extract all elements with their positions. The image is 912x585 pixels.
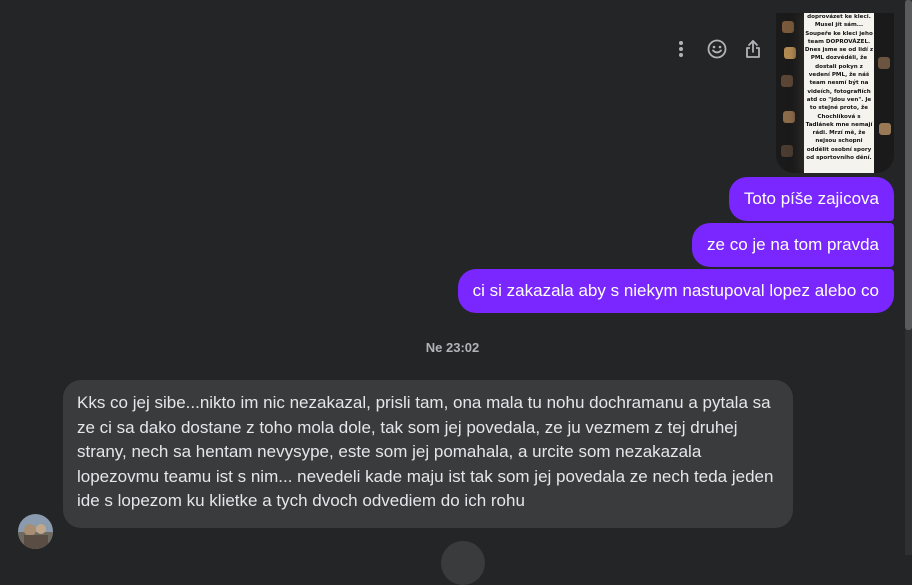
avatar[interactable]: [18, 514, 53, 549]
attachment-photo-tile: [878, 57, 890, 69]
message-outgoing[interactable]: Toto píše zajicova: [728, 177, 894, 221]
attachment-text: doprovázet ke kleci. Musel jít sám... So…: [804, 14, 874, 162]
timestamp: Ne 23:02: [425, 340, 480, 355]
scrollbar-thumb[interactable]: [905, 0, 912, 330]
attachment-photo-tile: [783, 111, 795, 123]
more-vertical-icon: [679, 41, 683, 57]
message-actions: [670, 36, 764, 62]
attachment-photo-tile: [784, 47, 796, 59]
more-options-button[interactable]: [670, 36, 692, 62]
react-button[interactable]: [706, 36, 728, 62]
message-incoming[interactable]: Kks co jej sibe...nikto im nic nezakazal…: [63, 380, 793, 528]
avatar-image-icon: [18, 514, 53, 549]
emoji-icon: [707, 39, 727, 59]
share-icon: [746, 40, 760, 58]
attachment-photo-tile: [782, 21, 794, 33]
attachment-photo-tile: [781, 145, 793, 157]
image-attachment[interactable]: doprovázet ke kleci. Musel jít sám... So…: [776, 13, 894, 173]
scroll-to-bottom-button[interactable]: [441, 541, 485, 585]
attachment-photo-tile: [879, 123, 891, 135]
attachment-photo-tile: [781, 75, 793, 87]
message-outgoing[interactable]: ci si zakazala aby s niekym nastupoval l…: [457, 269, 894, 313]
share-button[interactable]: [742, 36, 764, 62]
scrollbar[interactable]: [905, 0, 912, 555]
attachment-document: doprovázet ke kleci. Musel jít sám... So…: [804, 13, 874, 173]
message-outgoing[interactable]: ze co je na tom pravda: [692, 223, 894, 267]
